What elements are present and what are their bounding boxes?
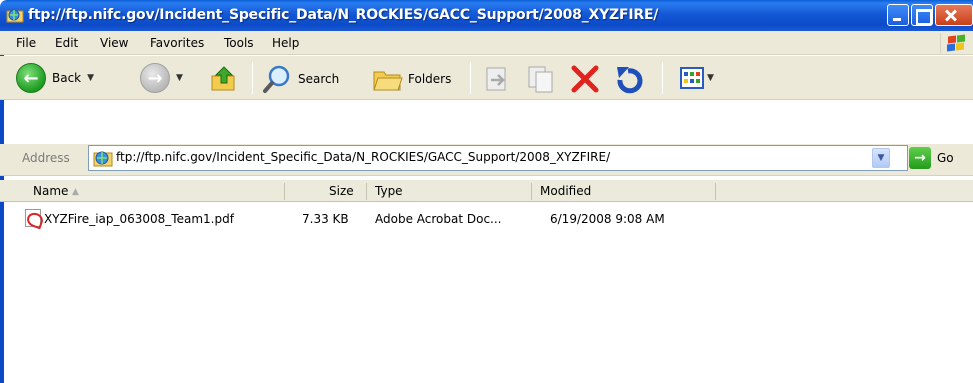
- sort-arrow-icon: ▲: [72, 187, 79, 197]
- address-value[interactable]: ftp://ftp.nifc.gov/Incident_Specific_Dat…: [116, 150, 610, 164]
- folder-globe-icon: [6, 9, 24, 23]
- column-divider[interactable]: [284, 183, 285, 200]
- delete-icon: [571, 65, 599, 93]
- column-size[interactable]: Size: [329, 184, 354, 198]
- chevron-down-icon: ▼: [877, 153, 885, 163]
- menu-file[interactable]: File: [16, 36, 36, 50]
- copy-to-icon: [528, 66, 553, 93]
- column-divider[interactable]: [366, 183, 367, 200]
- file-size: 7.33 KB: [302, 212, 349, 226]
- title-bar[interactable]: ftp://ftp.nifc.gov/Incident_Specific_Dat…: [0, 0, 973, 31]
- address-label: Address: [22, 151, 70, 165]
- toolbar: ← Back ▼ → ▼ Search Folders ▼: [0, 56, 973, 100]
- address-dropdown-button[interactable]: ▼: [872, 148, 890, 168]
- go-button[interactable]: Go: [937, 151, 954, 165]
- minimize-button[interactable]: [887, 4, 909, 26]
- close-button[interactable]: [935, 4, 973, 26]
- pdf-file-icon: [25, 209, 41, 227]
- folder-globe-icon: [93, 151, 113, 167]
- back-label: Back: [52, 71, 82, 85]
- go-arrow-icon[interactable]: →: [909, 147, 931, 169]
- up-folder-icon: [211, 66, 235, 91]
- windows-logo-icon: [940, 33, 968, 53]
- move-to-icon: [486, 67, 506, 91]
- folders-icon: [373, 71, 403, 91]
- search-icon: [263, 65, 290, 93]
- column-modified[interactable]: Modified: [540, 184, 591, 198]
- menu-tools[interactable]: Tools: [224, 36, 254, 50]
- menu-help[interactable]: Help: [272, 36, 299, 50]
- list-header: [0, 180, 973, 202]
- menu-bar: File Edit View Favorites Tools Help: [0, 31, 973, 55]
- chevron-down-icon: ▼: [707, 73, 714, 83]
- forward-arrow-icon: →: [140, 63, 170, 93]
- toolbar-separator: [662, 62, 663, 94]
- back-arrow-icon: ←: [16, 63, 46, 93]
- chevron-down-icon: ▼: [176, 73, 183, 83]
- chevron-down-icon: ▼: [87, 73, 95, 83]
- undo-icon: [617, 67, 643, 94]
- undo-button[interactable]: [614, 64, 644, 94]
- column-type[interactable]: Type: [375, 184, 403, 198]
- menu-edit[interactable]: Edit: [55, 36, 78, 50]
- maximize-button[interactable]: [911, 4, 933, 26]
- copy-to-button[interactable]: [526, 64, 556, 94]
- file-modified: 6/19/2008 9:08 AM: [550, 212, 665, 226]
- menu-favorites[interactable]: Favorites: [150, 36, 204, 50]
- column-divider[interactable]: [531, 183, 532, 200]
- folders-button[interactable]: Folders: [372, 64, 451, 94]
- toolbar-separator: [470, 62, 471, 94]
- forward-button[interactable]: → ▼: [140, 63, 183, 93]
- move-to-button[interactable]: [482, 64, 512, 94]
- column-name[interactable]: Name: [33, 184, 68, 198]
- search-label: Search: [298, 72, 340, 86]
- window-title: ftp://ftp.nifc.gov/Incident_Specific_Dat…: [28, 7, 659, 23]
- toolbar-separator: [252, 62, 253, 94]
- views-icon: [680, 67, 704, 89]
- up-button[interactable]: [209, 64, 239, 94]
- delete-button[interactable]: [570, 64, 600, 94]
- back-button[interactable]: ← Back ▼: [16, 63, 94, 93]
- views-button[interactable]: ▼: [680, 66, 714, 90]
- file-type: Adobe Acrobat Doc...: [375, 212, 502, 226]
- search-button[interactable]: Search: [262, 64, 339, 94]
- file-name[interactable]: XYZFire_iap_063008_Team1.pdf: [44, 212, 234, 226]
- menu-view[interactable]: View: [100, 36, 128, 50]
- folders-label: Folders: [408, 72, 452, 86]
- column-divider[interactable]: [715, 183, 716, 200]
